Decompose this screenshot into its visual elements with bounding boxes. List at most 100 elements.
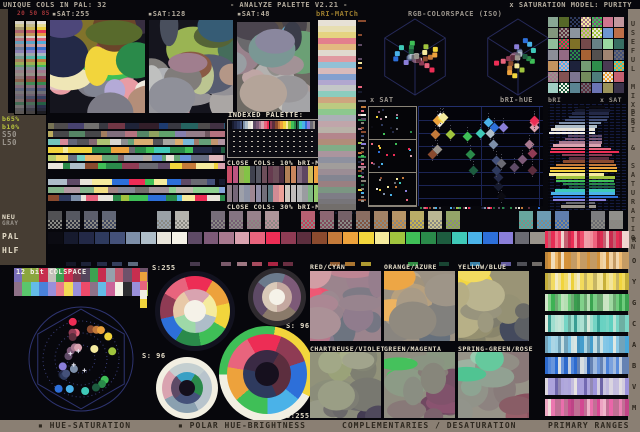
- mix-swatch[interactable]: [548, 83, 558, 93]
- palette-swatch[interactable]: [172, 232, 187, 244]
- tab-primary-ranges[interactable]: PRIMARY RANGES: [548, 422, 629, 430]
- mix-swatch[interactable]: [603, 28, 613, 38]
- palette-swatch[interactable]: [48, 232, 63, 244]
- tab-hue-saturation[interactable]: ▪ HUE-SATURATION: [38, 422, 131, 430]
- mix-swatch[interactable]: [603, 50, 613, 60]
- palette-swatch[interactable]: [110, 232, 125, 244]
- mix-swatch[interactable]: [559, 28, 569, 38]
- mix-swatch[interactable]: [548, 61, 558, 71]
- xsat-panel-label[interactable]: x SAT: [370, 96, 394, 104]
- palette-swatch[interactable]: [266, 232, 281, 244]
- mix-swatch[interactable]: [592, 50, 602, 60]
- comp-panel: [310, 352, 381, 418]
- mix-swatch[interactable]: [592, 83, 602, 93]
- mix-swatch[interactable]: [592, 39, 602, 49]
- mix-swatch[interactable]: [614, 39, 624, 49]
- palette-swatch[interactable]: [219, 232, 234, 244]
- palette-swatch[interactable]: [204, 232, 219, 244]
- mix-swatch[interactable]: [603, 61, 613, 71]
- mix-swatch[interactable]: [548, 28, 558, 38]
- sat128-label[interactable]: ▪SAT:128: [148, 10, 186, 18]
- palette-swatch[interactable]: [250, 232, 265, 244]
- sat48-label[interactable]: ▪SAT:48: [237, 10, 270, 18]
- mix-swatch[interactable]: [548, 50, 558, 60]
- mix-swatch[interactable]: [581, 17, 591, 27]
- palette-swatch[interactable]: [390, 232, 405, 244]
- mix-swatch[interactable]: [559, 72, 569, 82]
- xsat-dot: [371, 162, 373, 164]
- palette-swatch[interactable]: [530, 232, 545, 244]
- mix-swatch[interactable]: [581, 61, 591, 71]
- mix-swatch[interactable]: [581, 72, 591, 82]
- mix-swatch[interactable]: [559, 83, 569, 93]
- mix-swatch[interactable]: [581, 28, 591, 38]
- palette-swatch[interactable]: [452, 232, 467, 244]
- saturation-model-toggle[interactable]: x SATURATION MODEL: PURITY: [509, 1, 632, 9]
- indexed-palette-strip[interactable]: [229, 121, 315, 129]
- palette-swatch[interactable]: [79, 232, 94, 244]
- mix-swatch[interactable]: [548, 39, 558, 49]
- palette-swatch[interactable]: [515, 232, 530, 244]
- mix-swatch[interactable]: [548, 17, 558, 27]
- indexed-color[interactable]: [313, 121, 316, 129]
- mix-swatch[interactable]: [570, 17, 580, 27]
- mix-swatch[interactable]: [614, 72, 624, 82]
- palette-swatch[interactable]: [406, 232, 421, 244]
- mix-swatch[interactable]: [614, 50, 624, 60]
- mix-swatch[interactable]: [614, 28, 624, 38]
- palette-swatch[interactable]: [437, 232, 452, 244]
- palette-swatch[interactable]: [312, 232, 327, 244]
- palette-swatch[interactable]: [328, 232, 343, 244]
- palette-swatch[interactable]: [468, 232, 483, 244]
- mix-swatch[interactable]: [614, 61, 624, 71]
- close-col-swatch: [244, 166, 249, 183]
- mix-swatch[interactable]: [570, 28, 580, 38]
- palette-swatch[interactable]: [64, 232, 79, 244]
- palette-swatch[interactable]: [343, 232, 358, 244]
- palette-swatch[interactable]: [141, 232, 156, 244]
- mix-swatch[interactable]: [548, 72, 558, 82]
- palette-swatch[interactable]: [297, 232, 312, 244]
- palette-swatch[interactable]: [483, 232, 498, 244]
- mix-swatch[interactable]: [592, 28, 602, 38]
- mix-swatch[interactable]: [570, 50, 580, 60]
- mix-swatch[interactable]: [559, 17, 569, 27]
- mix-swatch[interactable]: [570, 83, 580, 93]
- bri-match-tick: [358, 44, 362, 46]
- mix-swatch[interactable]: [592, 17, 602, 27]
- mix-swatch[interactable]: [603, 83, 613, 93]
- mix-swatch[interactable]: [570, 72, 580, 82]
- mix-swatch[interactable]: [614, 83, 624, 93]
- tab-complementaries[interactable]: COMPLEMENTARIES / DESATURATION: [342, 422, 517, 430]
- palette-swatch[interactable]: [499, 232, 514, 244]
- palette-swatch[interactable]: [188, 232, 203, 244]
- mix-swatch[interactable]: [581, 83, 591, 93]
- mix-swatch[interactable]: [570, 39, 580, 49]
- palette-swatch[interactable]: [126, 232, 141, 244]
- mix-swatch[interactable]: [603, 39, 613, 49]
- mix-swatch[interactable]: [614, 17, 624, 27]
- mix-swatch[interactable]: [559, 50, 569, 60]
- palette-swatch[interactable]: [95, 232, 110, 244]
- palette-swatch[interactable]: [281, 232, 296, 244]
- mix-swatch[interactable]: [559, 61, 569, 71]
- mix-swatch[interactable]: [581, 39, 591, 49]
- palette-swatch[interactable]: [375, 232, 390, 244]
- primary-range-strip: [545, 231, 629, 248]
- mix-swatch[interactable]: [570, 61, 580, 71]
- palette-swatch[interactable]: [421, 232, 436, 244]
- bri-match-tick: [358, 62, 362, 64]
- mix-swatch[interactable]: [603, 72, 613, 82]
- palette-swatch[interactable]: [359, 232, 374, 244]
- mix-swatch[interactable]: [581, 50, 591, 60]
- mix-swatch[interactable]: [559, 39, 569, 49]
- mix-swatch[interactable]: [592, 72, 602, 82]
- sat255-label[interactable]: ▪SAT:255: [52, 10, 90, 18]
- brihue-panel-label[interactable]: bRI-hUE: [500, 96, 533, 104]
- mix-swatch[interactable]: [603, 17, 613, 27]
- palette-swatch[interactable]: [157, 232, 172, 244]
- tick-dot: [433, 207, 435, 209]
- tab-polar-hue-brightness[interactable]: ▪ POLAR HUE-BRIGHTNESS: [178, 422, 306, 430]
- mix-swatch[interactable]: [592, 61, 602, 71]
- palette-swatch[interactable]: [235, 232, 250, 244]
